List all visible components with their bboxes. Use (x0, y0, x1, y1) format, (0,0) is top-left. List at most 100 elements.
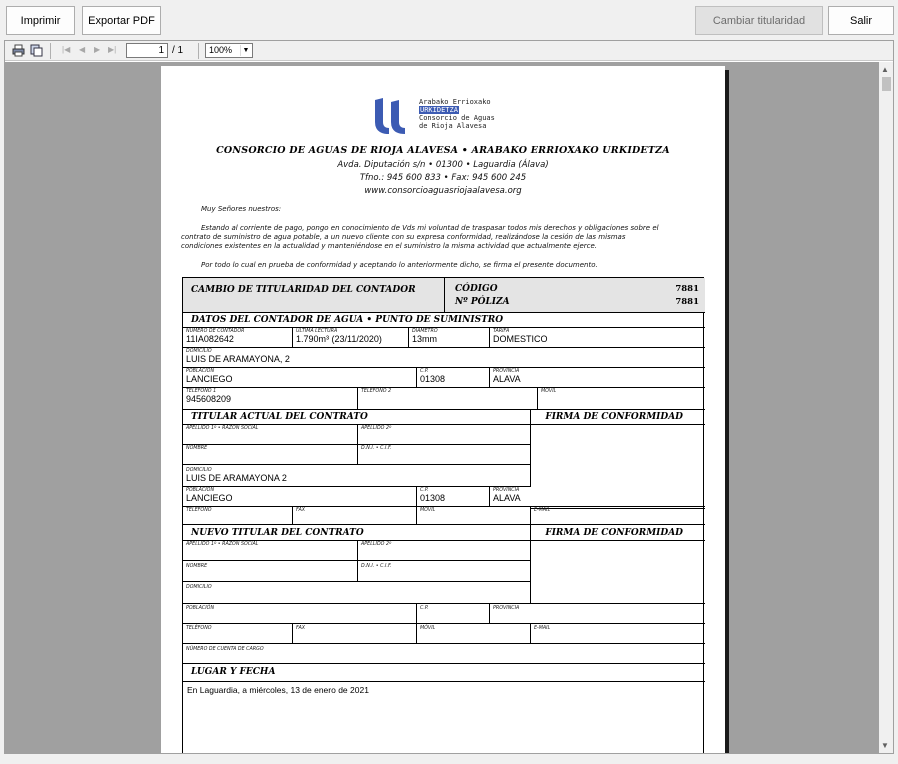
field-label: POBLACIÓN (186, 606, 215, 611)
field-label: PROVINCIA (493, 606, 520, 611)
scroll-up-icon[interactable]: ▲ (881, 65, 889, 74)
current-surname2-field: APELLIDO 2º (358, 425, 531, 445)
body-line-3: condiciones existentes en la actualidad … (181, 242, 598, 250)
new-phone-field: TELÉFONO (183, 624, 293, 644)
field-label: MÓVIL (420, 508, 436, 513)
new-signature-header: FIRMA DE CONFORMIDAD (531, 525, 705, 541)
new-holder-header: NUEVO TITULAR DEL CONTRATO (183, 525, 531, 541)
current-fax-field: FAX (293, 507, 417, 525)
field-value: 11IA082642 (186, 334, 234, 344)
field-label: TELÉFONO (186, 626, 212, 631)
meter-phone2-field: TELÉFONO 2 (358, 388, 538, 410)
field-label: D.N.I. • C.I.F. (361, 446, 392, 451)
logo-line: Arabako Errioxako (419, 98, 491, 106)
current-name-field: NOMBRE (183, 445, 358, 465)
change-owner-form: CAMBIO DE TITULARIDAD DEL CONTADOR CÓDIG… (182, 277, 705, 753)
meter-province-field: PROVINCIA ALAVA (490, 368, 705, 388)
print-button[interactable]: Imprimir (6, 6, 75, 35)
field-label: MÓVIL (420, 626, 436, 631)
tariff-field: TARIFA DOMESTICO (490, 328, 705, 348)
scroll-down-icon[interactable]: ▼ (881, 741, 889, 750)
body-line-2: contrato de suministro de agua potable, … (181, 233, 626, 241)
new-holder-title: NUEVO TITULAR DEL CONTRATO (191, 528, 364, 538)
place-date-header: LUGAR Y FECHA (183, 664, 705, 682)
bank-account-field: NÚMERO DE CUENTA DE CARGO (183, 644, 705, 664)
document-canvas[interactable]: Arabako Errioxako URKIDETZA Consorcio de… (5, 62, 879, 753)
field-label: FAX (296, 626, 306, 631)
field-label: E-MAIL (534, 626, 551, 631)
field-label: DOMICILIO (186, 585, 212, 590)
meter-number-field: NÚMERO DE CONTADOR 11IA082642 (183, 328, 293, 348)
meter-section-title: DATOS DEL CONTADOR DE AGUA • PUNTO DE SU… (191, 315, 504, 325)
body-line-1: Estando al corriente de pago, pongo en c… (201, 224, 659, 232)
meter-section-header: DATOS DEL CONTADOR DE AGUA • PUNTO DE SU… (183, 313, 705, 328)
new-email-field: E-MAIL (531, 624, 705, 644)
closing-text: Por todo lo cual en prueba de conformida… (201, 261, 598, 269)
current-phone-field: TELÉFONO (183, 507, 293, 525)
poliza-value: 7881 (675, 297, 699, 307)
scrollbar-thumb[interactable] (882, 77, 891, 91)
copy-icon[interactable] (30, 44, 43, 57)
logo-text: Arabako Errioxako URKIDETZA Consorcio de… (419, 98, 495, 130)
field-label: APELLIDO 1º • RAZÓN SOCIAL (186, 542, 259, 547)
dropdown-arrow-icon[interactable]: ▼ (240, 45, 251, 56)
first-page-icon[interactable]: |◀ (62, 45, 70, 54)
field-value: 945608209 (186, 394, 232, 404)
new-dni-field: D.N.I. • C.I.F. (358, 561, 531, 582)
logo-line: URKIDETZA (419, 106, 459, 114)
field-label: APELLIDO 2º (361, 542, 392, 547)
field-value: LUIS DE ARAMAYONA, 2 (186, 354, 290, 364)
vertical-scrollbar[interactable]: ▲ ▼ (879, 62, 893, 753)
field-label: MÓVIL (541, 389, 557, 394)
new-signature-box (531, 541, 705, 604)
field-label: APELLIDO 1º • RAZÓN SOCIAL (186, 426, 259, 431)
field-label: APELLIDO 2º (361, 426, 392, 431)
field-value: 01308 (420, 374, 446, 384)
new-mobile-field: MÓVIL (417, 624, 531, 644)
meter-phone1-field: TELÉFONO 1 945608209 (183, 388, 358, 410)
new-name-field: NOMBRE (183, 561, 358, 582)
zoom-value: 100% (209, 45, 233, 55)
place-date-box: En Laguardia, a miércoles, 13 de enero d… (183, 682, 705, 753)
logo-line: Consorcio de Aguas (419, 114, 495, 122)
org-title: CONSORCIO DE AGUAS DE RIOJA ALAVESA • AR… (216, 145, 670, 156)
signature-title: FIRMA DE CONFORMIDAD (545, 528, 683, 538)
page-number-input[interactable]: 1 (126, 43, 168, 58)
new-address-field: DOMICILIO (183, 582, 531, 604)
field-value: LANCIEGO (186, 374, 233, 384)
next-page-icon[interactable]: ▶ (94, 45, 100, 54)
field-label: D.N.I. • C.I.F. (361, 564, 392, 569)
print-icon[interactable] (12, 44, 25, 57)
current-holder-header: TITULAR ACTUAL DEL CONTRATO (183, 410, 531, 425)
meter-address-field: DOMICILIO LUIS DE ARAMAYONA, 2 (183, 348, 705, 368)
last-page-icon[interactable]: ▶| (108, 45, 116, 54)
field-value: LANCIEGO (186, 493, 233, 503)
toolbar-separator (198, 43, 199, 59)
poliza-label: Nº PÓLIZA (455, 297, 510, 307)
export-pdf-button[interactable]: Exportar PDF (82, 6, 161, 35)
new-postcode-field: C.P. (417, 604, 490, 624)
new-fax-field: FAX (293, 624, 417, 644)
exit-button[interactable]: Salir (828, 6, 894, 35)
new-town-field: POBLACIÓN (183, 604, 417, 624)
current-address-field: DOMICILIO LUIS DE ARAMAYONA 2 (183, 465, 531, 487)
meter-mobile-field: MÓVIL (538, 388, 705, 410)
org-phone: Tfno.: 945 600 833 • Fax: 945 600 245 (359, 173, 527, 183)
signature-title: FIRMA DE CONFORMIDAD (545, 412, 683, 422)
consortium-logo-icon (375, 98, 405, 134)
diameter-field: DIÁMETRO 13mm (409, 328, 490, 348)
field-label: NÚMERO DE CUENTA DE CARGO (186, 647, 264, 652)
current-province-field: PROVINCIA ALAVA (490, 487, 705, 507)
org-web[interactable]: www.consorcioaguasriojaalavesa.org (161, 186, 725, 196)
field-value: ALAVA (493, 493, 521, 503)
codigo-label: CÓDIGO (455, 284, 498, 294)
codes-cell: CÓDIGO Nº PÓLIZA 7881 7881 (445, 278, 705, 313)
prev-page-icon[interactable]: ◀ (79, 45, 85, 54)
current-town-field: POBLACIÓN LANCIEGO (183, 487, 417, 507)
field-value: DOMESTICO (493, 334, 548, 344)
field-label: C.P. (420, 606, 429, 611)
zoom-select[interactable]: 100% ▼ (205, 43, 253, 58)
current-holder-title: TITULAR ACTUAL DEL CONTRATO (191, 412, 368, 422)
change-owner-button[interactable]: Cambiar titularidad (695, 6, 823, 35)
new-surname1-field: APELLIDO 1º • RAZÓN SOCIAL (183, 541, 358, 561)
